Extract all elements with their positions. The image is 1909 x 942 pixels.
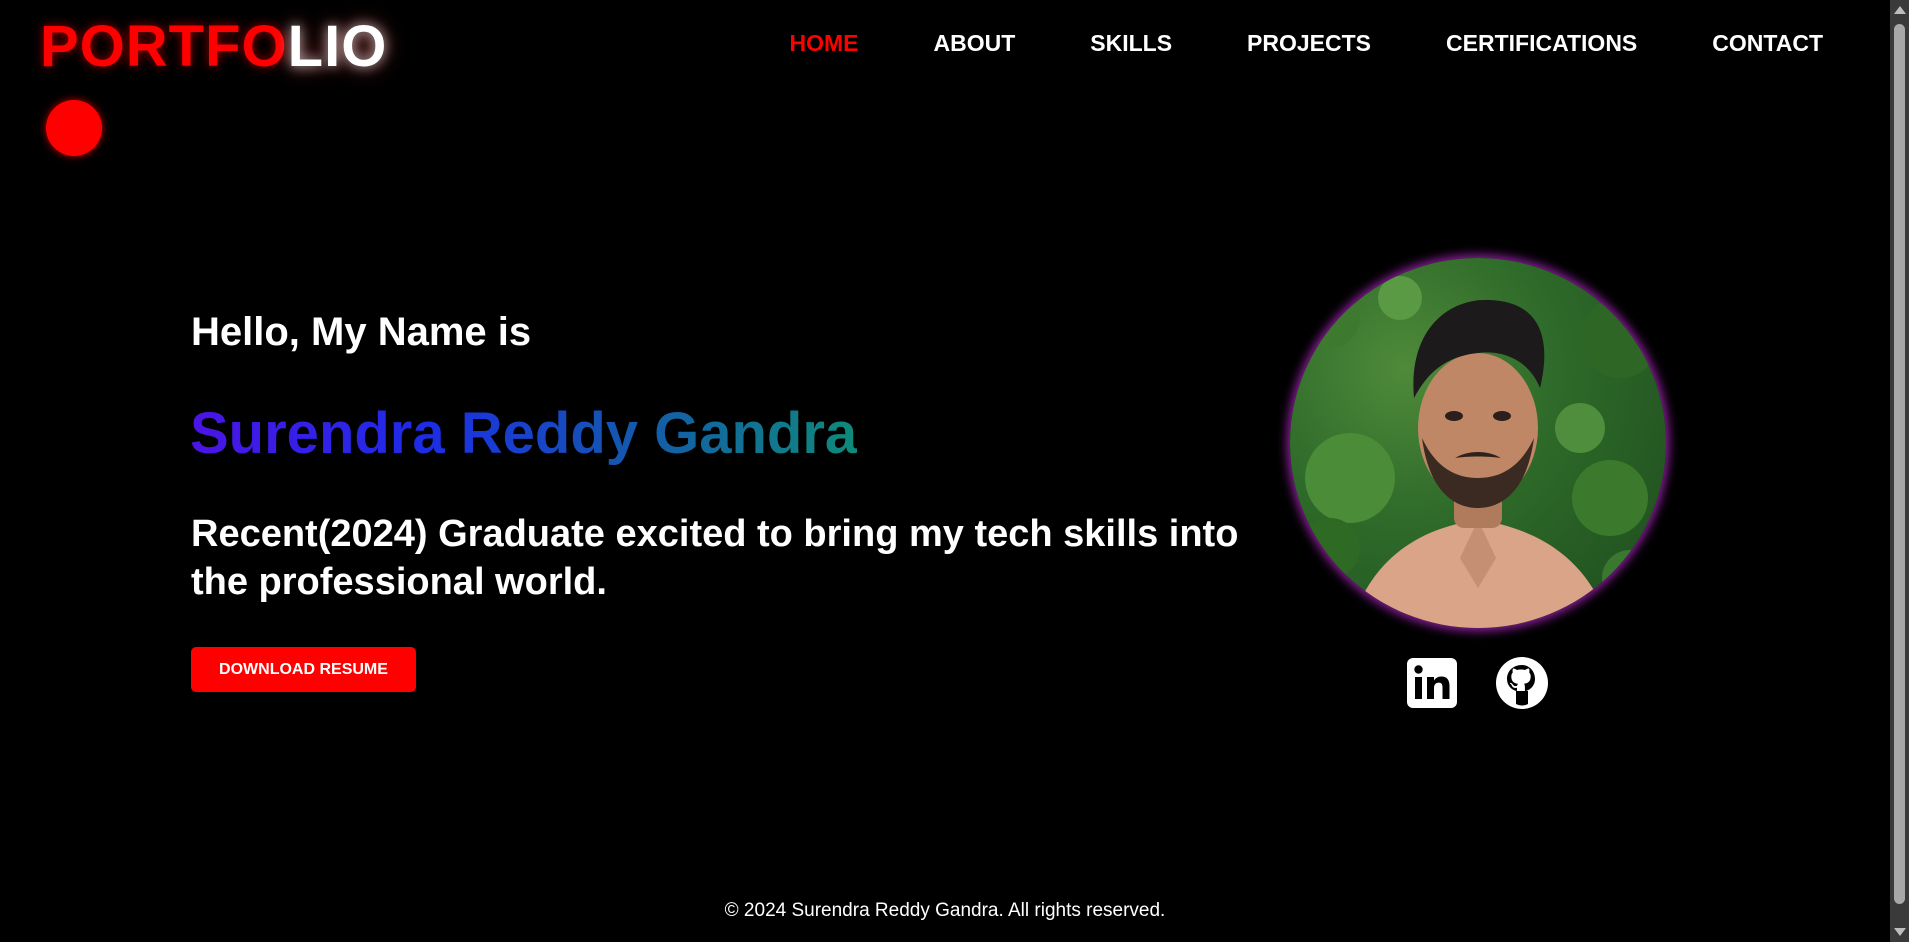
hero-tagline: Recent(2024) Graduate excited to bring m…	[191, 513, 1239, 603]
scroll-up-arrow-icon[interactable]	[1894, 6, 1906, 14]
nav-home[interactable]: HOME	[789, 30, 858, 57]
nav-certifications[interactable]: CERTIFICATIONS	[1446, 30, 1637, 57]
logo-part-red: PORTFO	[40, 14, 288, 79]
cursor-dot	[46, 100, 102, 156]
nav-contact[interactable]: CONTACT	[1712, 30, 1823, 57]
scrollbar-thumb[interactable]	[1894, 24, 1905, 904]
nav-skills[interactable]: SKILLS	[1090, 30, 1172, 57]
scroll-down-arrow-icon[interactable]	[1894, 928, 1906, 936]
social-links	[1405, 656, 1549, 710]
profile-photo-illustration	[1300, 276, 1660, 628]
hero-greeting: Hello, My Name is	[191, 310, 532, 354]
hero-name: Surendra Reddy Gandra	[190, 401, 858, 466]
page-scrollbar[interactable]	[1890, 0, 1909, 942]
profile-photo	[1290, 258, 1666, 628]
page: PORTFOLIO HOME ABOUT SKILLS PROJECTS CER…	[0, 0, 1909, 942]
download-resume-button[interactable]: DOWNLOAD RESUME	[191, 647, 416, 692]
main-nav: HOME ABOUT SKILLS PROJECTS CERTIFICATION…	[714, 30, 1823, 57]
logo-part-white: LIO	[287, 14, 388, 79]
logo[interactable]: PORTFOLIO	[40, 14, 387, 80]
nav-projects[interactable]: PROJECTS	[1247, 30, 1371, 57]
linkedin-icon[interactable]	[1405, 656, 1459, 710]
github-icon[interactable]	[1495, 656, 1549, 710]
footer-copyright: © 2024 Surendra Reddy Gandra. All rights…	[724, 900, 1166, 921]
nav-about[interactable]: ABOUT	[933, 30, 1015, 57]
